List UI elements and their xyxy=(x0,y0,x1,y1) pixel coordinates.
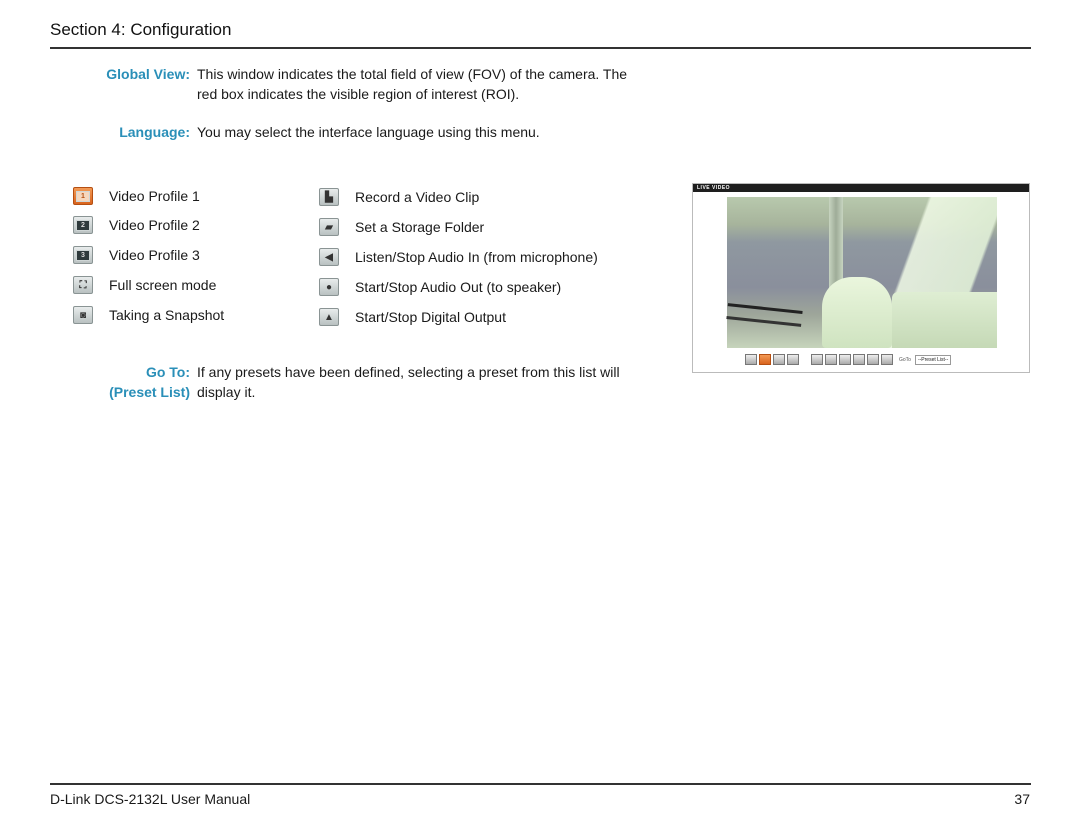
legend-label: Set a Storage Folder xyxy=(355,219,485,235)
snapshot-icon: ◙ xyxy=(73,306,93,324)
legend-video-profile-3: 3 Video Profile 3 xyxy=(73,243,200,267)
legend-audio-out: ● Start/Stop Audio Out (to speaker) xyxy=(319,275,561,299)
legend-label: Record a Video Clip xyxy=(355,189,480,205)
preset-list-select[interactable]: --Preset List-- xyxy=(914,354,952,365)
audio-out-button[interactable] xyxy=(867,354,879,365)
header-rule xyxy=(50,47,1031,49)
record-button[interactable] xyxy=(825,354,837,365)
desc-line: red box indicates the visible region of … xyxy=(197,86,520,102)
digital-output-icon: ▲ xyxy=(319,308,339,326)
video-phone-base xyxy=(892,292,997,348)
live-video-panel: LIVE VIDEO GoTo --Preset List-- xyxy=(692,183,1030,373)
legend-label: Start/Stop Audio Out (to speaker) xyxy=(355,279,562,295)
video-profile-3-icon: 3 xyxy=(73,246,93,264)
legend-video-profile-2: 2 Video Profile 2 xyxy=(73,213,200,237)
page-number: 37 xyxy=(1014,791,1030,807)
video-profile-1-icon: 1 xyxy=(73,187,93,205)
video-cable xyxy=(726,303,803,327)
desc-line: This window indicates the total field of… xyxy=(197,66,628,82)
record-video-icon: ▙ xyxy=(319,188,339,206)
legend-label: Video Profile 1 xyxy=(109,188,200,204)
storage-folder-icon: ▰ xyxy=(319,218,339,236)
term-line: Go To: xyxy=(145,364,190,380)
audio-in-button[interactable] xyxy=(853,354,865,365)
section-title: Section 4: Configuration xyxy=(50,20,232,39)
legend-label: Taking a Snapshot xyxy=(109,307,225,323)
digital-output-button[interactable] xyxy=(881,354,893,365)
desc-language: You may select the interface language us… xyxy=(197,124,540,140)
desc-global-view: This window indicates the total field of… xyxy=(197,64,627,104)
live-video-header: LIVE VIDEO xyxy=(693,184,1029,192)
snapshot-button[interactable] xyxy=(811,354,823,365)
video-handset xyxy=(822,277,892,348)
legend-label: Start/Stop Digital Output xyxy=(355,309,506,325)
desc-goto: If any presets have been defined, select… xyxy=(197,362,620,402)
legend-record-video: ▙ Record a Video Clip xyxy=(319,185,479,209)
legend-storage-folder: ▰ Set a Storage Folder xyxy=(319,215,484,239)
video-profile-2-icon: 2 xyxy=(73,216,93,234)
live-video-feed xyxy=(726,197,997,348)
fullscreen-button[interactable] xyxy=(787,354,799,365)
legend-fullscreen: ⛶ Full screen mode xyxy=(73,273,216,297)
term-goto: Go To: (Preset List) xyxy=(50,362,190,402)
legend-video-profile-1: 1 Video Profile 1 xyxy=(73,184,200,208)
folder-button[interactable] xyxy=(839,354,851,365)
legend-label: Full screen mode xyxy=(109,277,217,293)
fullscreen-icon: ⛶ xyxy=(73,276,93,294)
term-global-view: Global View: xyxy=(106,66,190,82)
video-toolbar: GoTo --Preset List-- xyxy=(745,354,952,365)
footer-rule xyxy=(50,783,1031,785)
desc-line: If any presets have been defined, select… xyxy=(197,364,620,380)
footer-manual-title: D-Link DCS-2132L User Manual xyxy=(50,791,251,807)
legend-label: Listen/Stop Audio In (from microphone) xyxy=(355,249,598,265)
legend-audio-in: ◀ Listen/Stop Audio In (from microphone) xyxy=(319,245,598,269)
desc-line: display it. xyxy=(197,384,256,400)
goto-label: GoTo xyxy=(899,356,911,363)
profile-2-button[interactable] xyxy=(759,354,771,365)
profile-3-button[interactable] xyxy=(773,354,785,365)
term-line: (Preset List) xyxy=(109,384,190,400)
profile-1-button[interactable] xyxy=(745,354,757,365)
speaker-icon: ◀ xyxy=(319,248,339,266)
microphone-icon: ● xyxy=(319,278,339,296)
term-language: Language: xyxy=(119,124,190,140)
legend-label: Video Profile 3 xyxy=(109,247,200,263)
legend-digital-output: ▲ Start/Stop Digital Output xyxy=(319,305,506,329)
legend-snapshot: ◙ Taking a Snapshot xyxy=(73,303,224,327)
legend-label: Video Profile 2 xyxy=(109,217,200,233)
